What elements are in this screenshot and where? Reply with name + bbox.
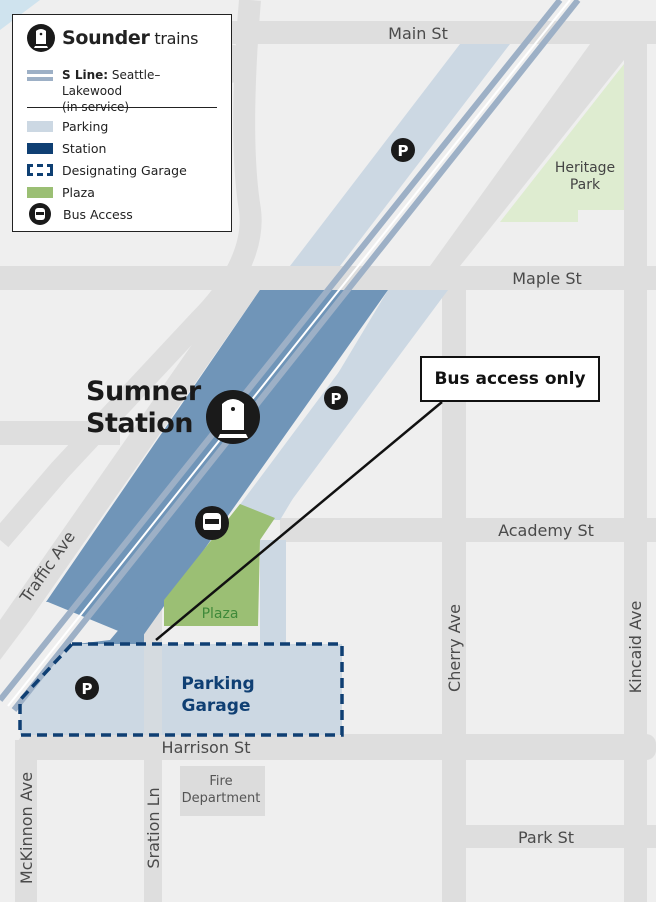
parking-strip bbox=[260, 540, 286, 644]
label-fire-2: Department bbox=[182, 791, 261, 806]
svg-text:P: P bbox=[82, 680, 93, 698]
label-academy-st: Academy St bbox=[498, 521, 594, 540]
label-harrison-st: Harrison St bbox=[162, 738, 251, 757]
label-sration-ln: Sration Ln bbox=[144, 787, 163, 868]
train-station-icon bbox=[206, 390, 260, 444]
sounder-train-icon bbox=[27, 24, 55, 52]
label-maple-st: Maple St bbox=[512, 269, 582, 288]
map-legend: Sounder trains S Line: Seattle–Lakewood(… bbox=[12, 14, 232, 232]
parking-swatch bbox=[27, 120, 53, 132]
legend-item-plaza: Plaza bbox=[27, 182, 95, 202]
label-fire-1: Fire bbox=[209, 774, 232, 789]
label-kincaid-ave: Kincaid Ave bbox=[626, 601, 645, 694]
parking-icon: P bbox=[75, 676, 99, 700]
label-cherry-ave: Cherry Ave bbox=[445, 604, 464, 692]
label-garage-2: Garage bbox=[182, 696, 251, 716]
label-main-st: Main St bbox=[388, 24, 448, 43]
legend-item-station: Station bbox=[27, 138, 106, 158]
label-heritage-park-2: Park bbox=[570, 177, 601, 193]
svg-text:P: P bbox=[398, 142, 409, 160]
garage-swatch bbox=[27, 164, 53, 176]
station-name: Sumner Station bbox=[86, 376, 201, 440]
bus-access-icon bbox=[195, 506, 229, 540]
station-name-line1: Sumner bbox=[86, 376, 201, 407]
label-mckinnon-ave: McKinnon Ave bbox=[17, 772, 36, 884]
parking-icon: P bbox=[324, 386, 348, 410]
street-academy bbox=[280, 518, 656, 542]
label-plaza: Plaza bbox=[202, 606, 239, 622]
label-heritage-park-1: Heritage bbox=[555, 160, 615, 176]
legend-item-parking: Parking bbox=[27, 116, 108, 136]
bus-access-callout: Bus access only bbox=[420, 356, 600, 402]
street-kincaid bbox=[624, 44, 647, 902]
label-garage-1: Parking bbox=[181, 674, 254, 694]
parking-icon: P bbox=[391, 138, 415, 162]
legend-title: Sounder trains bbox=[62, 27, 199, 49]
legend-item-bus: Bus Access bbox=[27, 203, 133, 225]
svg-text:P: P bbox=[331, 390, 342, 408]
plaza-swatch bbox=[27, 186, 53, 198]
station-swatch bbox=[27, 142, 53, 154]
s-line-swatch bbox=[27, 70, 53, 82]
station-name-line2: Station bbox=[86, 408, 194, 439]
legend-header: Sounder trains bbox=[27, 24, 198, 52]
legend-divider bbox=[27, 107, 217, 108]
street-harrison bbox=[18, 734, 656, 760]
bus-icon bbox=[29, 203, 51, 225]
legend-item-garage: Designating Garage bbox=[27, 160, 187, 180]
label-park-st: Park St bbox=[518, 828, 574, 847]
